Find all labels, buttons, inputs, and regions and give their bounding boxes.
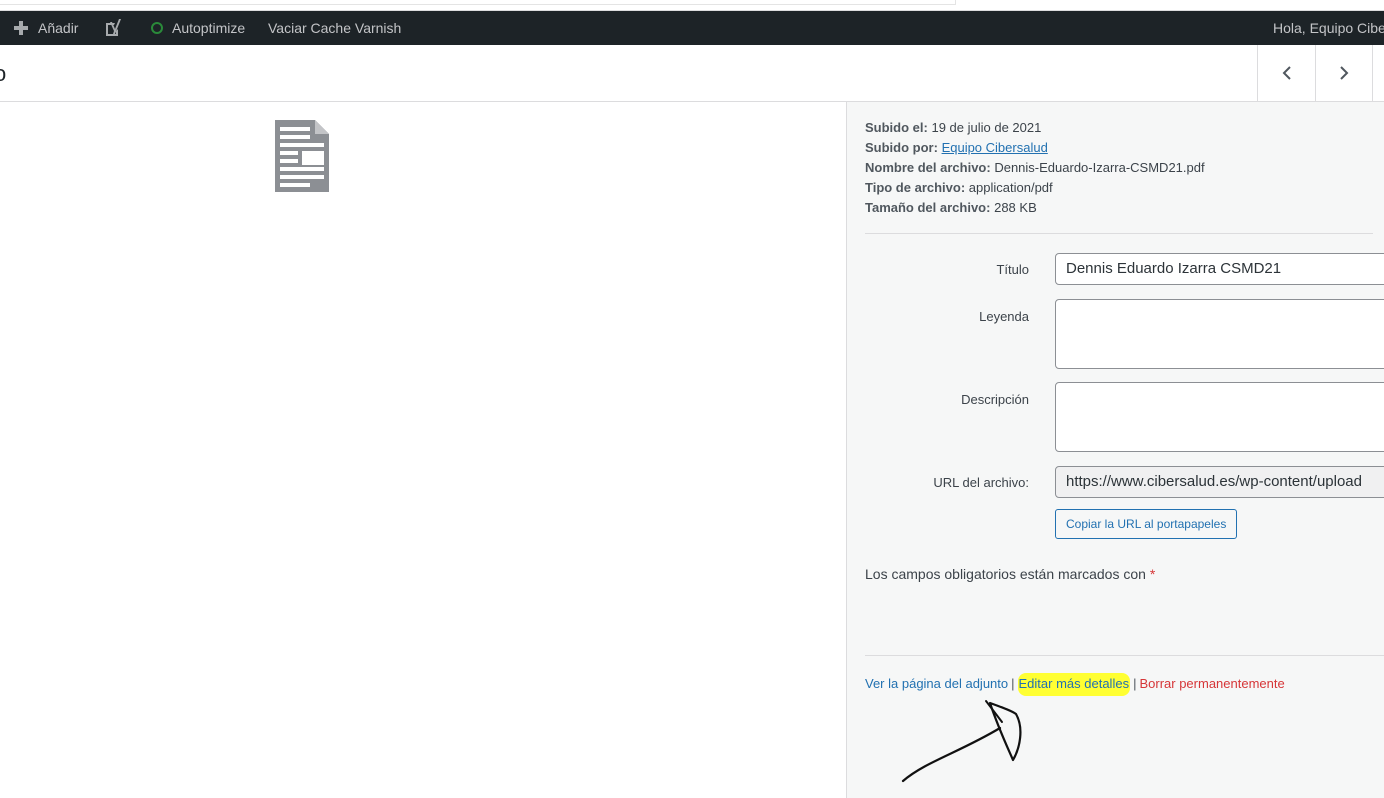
plus-icon bbox=[14, 21, 28, 35]
uploaded-on-label: Subido el: bbox=[865, 120, 928, 135]
status-dot-icon bbox=[151, 22, 163, 34]
copy-url-button[interactable]: Copiar la URL al portapapeles bbox=[1055, 509, 1238, 539]
filename-label: Nombre del archivo: bbox=[865, 160, 991, 175]
uploaded-on-value: 19 de julio de 2021 bbox=[931, 120, 1042, 135]
autoptimize-label: Autoptimize bbox=[172, 20, 246, 36]
description-textarea[interactable] bbox=[1055, 382, 1384, 452]
filetype-row: Tipo de archivo: application/pdf bbox=[865, 178, 1205, 198]
filesize-row: Tamaño del archivo: 288 KB bbox=[865, 198, 1205, 218]
action-separator: | bbox=[1133, 676, 1137, 691]
add-new-menu[interactable]: Añadir bbox=[14, 11, 78, 45]
uploaded-by-link[interactable]: Equipo Cibersalud bbox=[942, 140, 1048, 155]
file-info: Subido el: 19 de julio de 2021 Subido po… bbox=[865, 118, 1205, 218]
browser-tab-strip bbox=[0, 0, 1384, 11]
next-attachment-button[interactable] bbox=[1315, 45, 1373, 101]
yoast-icon bbox=[106, 19, 121, 36]
document-icon bbox=[275, 120, 329, 192]
file-url-input[interactable]: https://www.cibersalud.es/wp-content/upl… bbox=[1055, 466, 1384, 498]
title-label: Título bbox=[996, 262, 1029, 277]
greeting-label: Hola, Equipo Cibe bbox=[1273, 20, 1384, 36]
account-menu[interactable]: Hola, Equipo Cibe bbox=[1273, 11, 1384, 45]
caption-textarea[interactable] bbox=[1055, 299, 1384, 369]
title-input[interactable]: Dennis Eduardo Izarra CSMD21 bbox=[1055, 253, 1384, 285]
required-asterisk: * bbox=[1149, 566, 1156, 582]
view-attachment-page-link[interactable]: Ver la página del adjunto bbox=[865, 676, 1008, 691]
autoptimize-menu[interactable]: Autoptimize bbox=[151, 11, 245, 45]
varnish-purge-menu[interactable]: Vaciar Cache Varnish bbox=[268, 11, 401, 45]
required-note-text: Los campos obligatorios están marcados c… bbox=[865, 566, 1146, 582]
varnish-label: Vaciar Cache Varnish bbox=[268, 20, 402, 36]
wp-admin-bar: Añadir Autoptimize Vaciar Cache Varnish … bbox=[0, 11, 1384, 45]
add-new-label: Añadir bbox=[38, 20, 79, 36]
filename-value: Dennis-Eduardo-Izarra-CSMD21.pdf bbox=[994, 160, 1205, 175]
section-divider bbox=[865, 233, 1373, 234]
chevron-right-icon bbox=[1340, 66, 1349, 80]
yoast-seo-menu[interactable] bbox=[103, 11, 123, 45]
caption-label: Leyenda bbox=[979, 309, 1029, 324]
uploaded-by-label: Subido por: bbox=[865, 140, 938, 155]
action-separator: | bbox=[1011, 676, 1015, 691]
filetype-label: Tipo de archivo: bbox=[865, 180, 966, 195]
delete-permanently-link[interactable]: Borrar permanentemente bbox=[1139, 676, 1284, 691]
uploaded-on-row: Subido el: 19 de julio de 2021 bbox=[865, 118, 1205, 138]
modal-header: o bbox=[0, 45, 1384, 102]
attachment-preview bbox=[0, 102, 846, 798]
attachment-actions: Ver la página del adjunto | Editar más det… bbox=[865, 673, 1285, 696]
filename-row: Nombre del archivo: Dennis-Eduardo-Izarr… bbox=[865, 158, 1205, 178]
filesize-label: Tamaño del archivo: bbox=[865, 200, 991, 215]
file-url-label: URL del archivo: bbox=[933, 475, 1029, 490]
uploaded-by-row: Subido por: Equipo Cibersalud bbox=[865, 138, 1205, 158]
required-fields-note: Los campos obligatorios están marcados c… bbox=[865, 566, 1155, 582]
description-label: Descripción bbox=[961, 392, 1029, 407]
modal-title: o bbox=[0, 61, 7, 86]
filesize-value: 288 KB bbox=[994, 200, 1037, 215]
filetype-value: application/pdf bbox=[968, 180, 1053, 195]
edit-more-details-link[interactable]: Editar más detalles bbox=[1017, 673, 1131, 696]
previous-attachment-button[interactable] bbox=[1257, 45, 1315, 101]
attachment-details: Subido el: 19 de julio de 2021 Subido po… bbox=[846, 102, 1384, 798]
actions-divider bbox=[865, 655, 1384, 656]
browser-tab-edge bbox=[0, 0, 956, 5]
chevron-left-icon bbox=[1282, 66, 1291, 80]
